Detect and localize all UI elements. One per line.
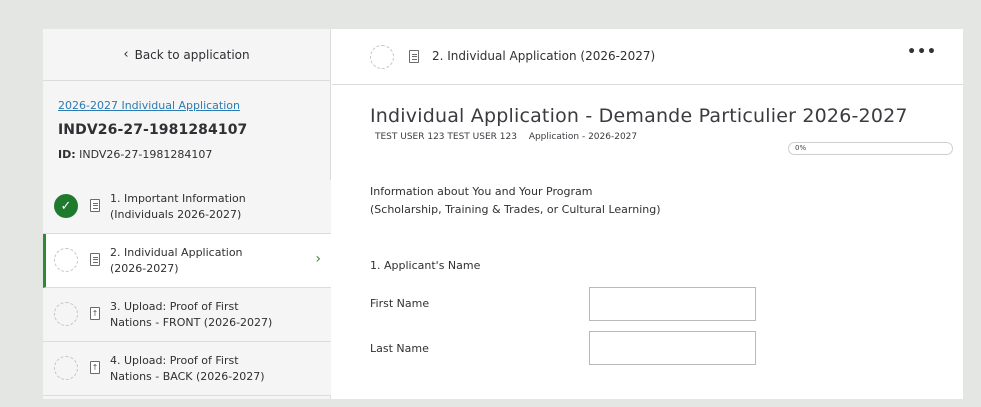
check-complete-icon: ✓: [54, 194, 78, 218]
progress-label: 0%: [795, 144, 807, 152]
step-item-individual-application[interactable]: 2. Individual Application (2026-2027) ›: [43, 234, 331, 288]
application-window: ‹ Back to application 2026-2027 Individu…: [43, 29, 963, 399]
step-list: ✓ 1. Important Information (Individuals …: [43, 180, 331, 396]
first-name-label: First Name: [370, 297, 430, 310]
applicant-name-heading: 1. Applicant's Name: [370, 259, 481, 272]
section-title: 2. Individual Application (2026-2027): [432, 49, 656, 63]
chevron-left-icon: ‹: [123, 47, 129, 62]
incomplete-status-icon: [54, 356, 78, 380]
last-name-label: Last Name: [370, 342, 429, 355]
last-name-input[interactable]: [589, 331, 756, 365]
step-label: 1. Important Information (Individuals 20…: [110, 192, 246, 221]
main-panel: 2. Individual Application (2026-2027) ••…: [332, 29, 963, 399]
id-prefix: ID:: [58, 148, 76, 161]
application-link[interactable]: 2026-2027 Individual Application: [58, 99, 315, 112]
application-code: INDV26-27-1981284107: [58, 122, 248, 138]
application-id: ID: INDV26-27-1981284107: [58, 148, 315, 161]
step-item-upload-front[interactable]: ↑ 3. Upload: Proof of First Nations - FR…: [43, 288, 331, 342]
step-item-upload-back[interactable]: ↑ 4. Upload: Proof of First Nations - BA…: [43, 342, 331, 396]
back-to-application-link[interactable]: ‹ Back to application: [43, 29, 330, 81]
section-header: 2. Individual Application (2026-2027) ••…: [332, 29, 963, 85]
upload-icon: ↑: [90, 361, 100, 374]
step-label: 2. Individual Application (2026-2027): [110, 246, 243, 275]
step-item-important-information[interactable]: ✓ 1. Important Information (Individuals …: [43, 180, 331, 234]
info-text-line2: (Scholarship, Training & Trades, or Cult…: [370, 203, 661, 216]
step-label: 3. Upload: Proof of First Nations - FRON…: [110, 300, 273, 329]
incomplete-status-icon: [370, 45, 394, 69]
back-label: Back to application: [134, 47, 250, 62]
upload-icon: ↑: [90, 307, 100, 320]
document-icon: [409, 50, 419, 63]
id-value: INDV26-27-1981284107: [79, 148, 213, 161]
incomplete-status-icon: [54, 248, 78, 272]
document-icon: [90, 199, 100, 212]
more-options-button[interactable]: •••: [907, 44, 937, 60]
application-label: Application - 2026-2027: [528, 132, 638, 142]
incomplete-status-icon: [54, 302, 78, 326]
chevron-right-icon: ›: [315, 251, 321, 267]
document-icon: [90, 253, 100, 266]
step-label: 4. Upload: Proof of First Nations - BACK…: [110, 354, 265, 383]
first-name-input[interactable]: [589, 287, 756, 321]
user-line: TEST USER 123 TEST USER 123 Application …: [375, 132, 646, 142]
user-name: TEST USER 123 TEST USER 123: [375, 132, 517, 142]
sidebar: ‹ Back to application 2026-2027 Individu…: [43, 29, 331, 399]
form-title: Individual Application - Demande Particu…: [370, 105, 908, 127]
progress-bar: 0%: [788, 142, 953, 155]
info-text-line1: Information about You and Your Program: [370, 185, 593, 198]
